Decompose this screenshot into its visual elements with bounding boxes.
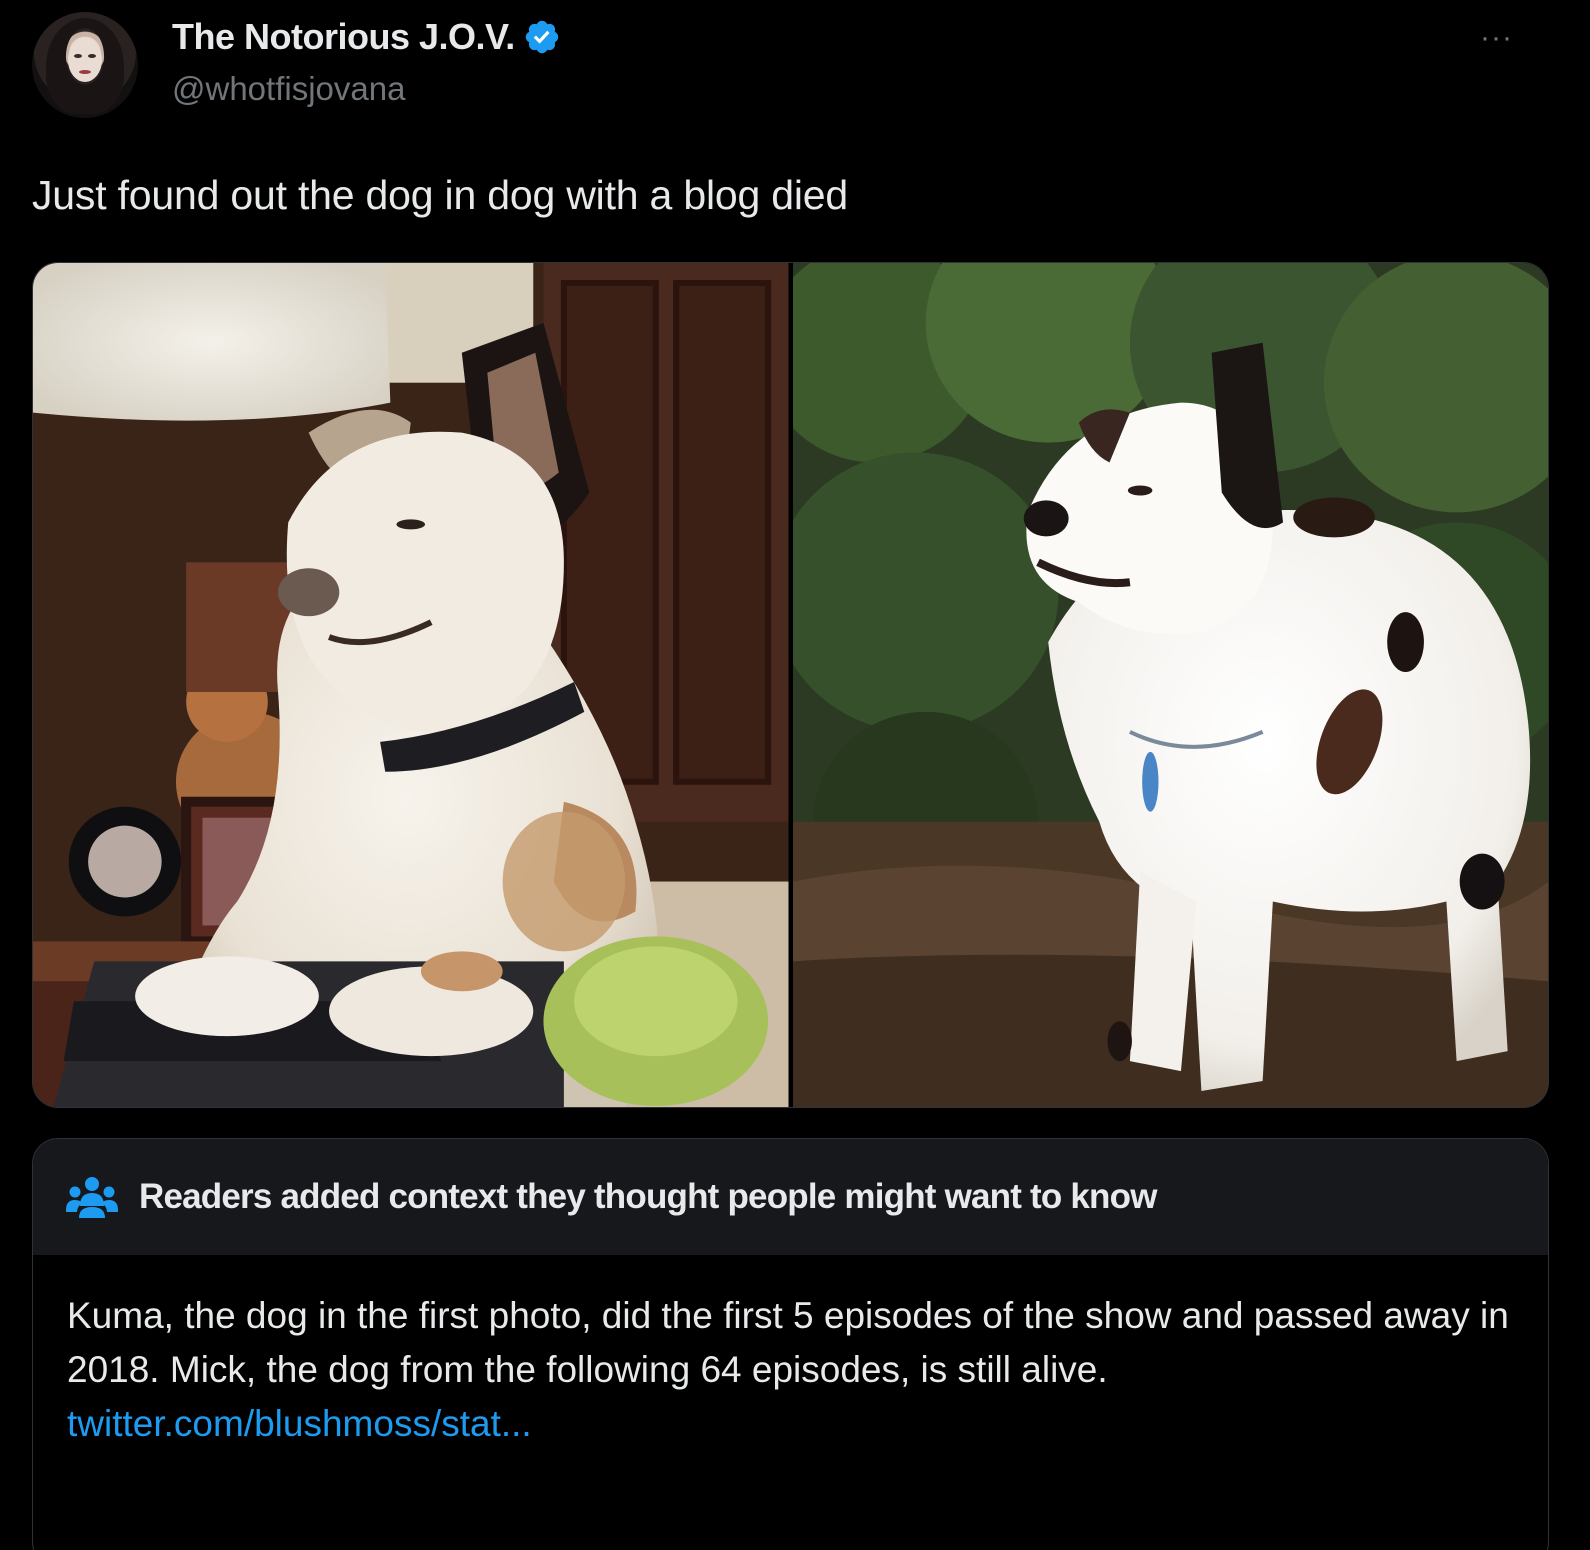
handle[interactable]: @whotfisjovana (172, 70, 405, 108)
note-source-link[interactable]: twitter.com/blushmoss/stat... (67, 1397, 1514, 1451)
photo-spotted-dog-outdoors[interactable] (792, 263, 1548, 1107)
photo-dog-at-keyboard[interactable] (33, 263, 789, 1107)
author-name-row: The Notorious J.O.V. (172, 16, 561, 58)
note-text: Kuma, the dog in the first photo, did th… (67, 1295, 1509, 1390)
people-icon (66, 1177, 118, 1218)
community-note: Readers added context they thought peopl… (32, 1138, 1549, 1550)
more-options-icon[interactable]: ··· (1480, 23, 1513, 53)
avatar[interactable] (32, 12, 138, 118)
display-name[interactable]: The Notorious J.O.V. (172, 16, 515, 58)
tweet-media[interactable] (32, 262, 1549, 1108)
note-body: Kuma, the dog in the first photo, did th… (33, 1255, 1548, 1451)
note-header: Readers added context they thought peopl… (33, 1139, 1548, 1255)
note-title: Readers added context they thought peopl… (139, 1177, 1157, 1216)
tweet-text: Just found out the dog in dog with a blo… (32, 172, 848, 218)
verified-badge-icon (525, 20, 558, 54)
tweet: The Notorious J.O.V. @whotfisjovana ··· … (0, 0, 1590, 1550)
